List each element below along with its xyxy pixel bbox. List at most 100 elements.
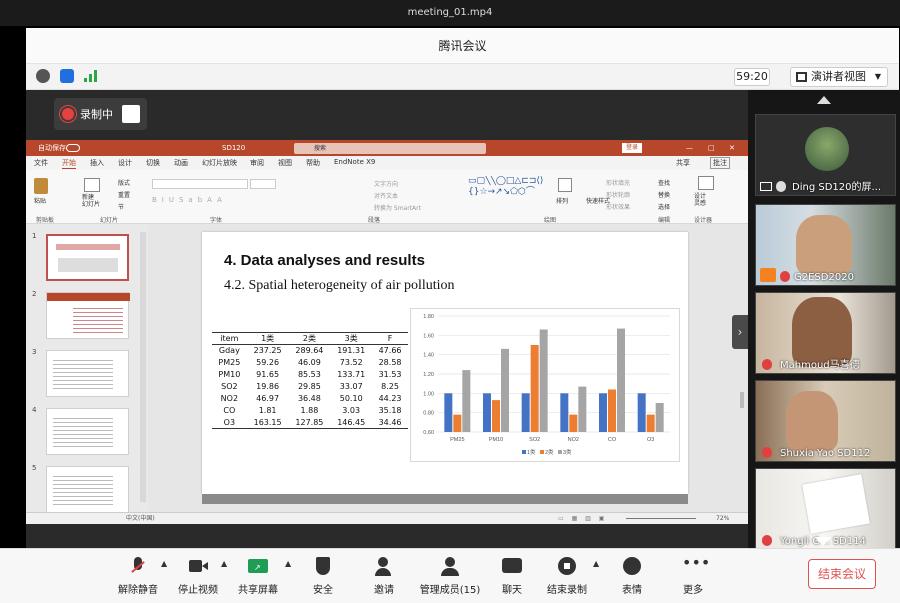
slide-thumbnail-2[interactable] [46,292,130,339]
collapse-panel-button[interactable]: › [732,315,748,349]
end-meeting-button[interactable]: 结束会议 [808,559,876,589]
speaker-view-button[interactable]: 演讲者视图 ▼ [790,67,888,87]
slide-thumbnail-1[interactable] [46,234,129,281]
security-button[interactable]: 安全 [291,555,355,601]
align-text-label[interactable]: 对齐文本 [374,191,398,200]
share-screen-button[interactable]: ↗ 共享屏幕 [226,555,290,601]
ppt-ribbon-tabs: 文件 开始 插入 设计 切换 动画 幻灯片放映 审阅 视图 帮助 EndNote… [26,156,748,170]
table-header-cell: 1类 [261,334,275,343]
autosave-toggle[interactable] [66,144,80,152]
y-tick-label: 1.20 [423,372,434,378]
paste-icon[interactable] [34,178,48,194]
design-ideas-icon[interactable] [698,176,714,190]
table-cell: 133.71 [337,370,366,379]
shape-fill-label[interactable]: 形状填充 [606,178,630,187]
comment-button[interactable]: 批注 [710,157,730,169]
scroll-up-icon[interactable] [817,96,831,104]
manage-members-button[interactable]: 管理成员(15) [412,555,488,601]
scroll-down-icon[interactable] [815,537,831,546]
participant-tile[interactable]: G2ESD2020 [755,204,896,286]
bar-1类 [599,393,607,432]
reset-label[interactable]: 重置 [118,190,130,199]
table-cell: CO [223,406,236,415]
tab-file[interactable]: 文件 [34,158,48,168]
tab-insert[interactable]: 插入 [90,158,104,168]
tab-view[interactable]: 视图 [278,158,292,168]
participant-tile[interactable]: Shuxia Yao SD112 [755,380,896,462]
participant-name: G2ESD2020 [794,272,854,283]
select-label[interactable]: 选择 [658,202,670,211]
table-cell: Gday [218,346,240,356]
ppt-search-placeholder: 搜索 [314,145,327,152]
more-button[interactable]: ••• 更多 [661,555,725,601]
mic-muted-icon [780,271,790,282]
shape-effect-label[interactable]: 形状效果 [606,202,630,211]
mic-muted-icon [762,447,772,458]
stop-recording-button[interactable] [122,105,140,123]
slide-thumbnail-5[interactable] [46,466,129,513]
find-label[interactable]: 查找 [658,178,670,187]
tab-transitions[interactable]: 切换 [146,158,160,168]
bar-1类 [483,393,491,432]
invite-button[interactable]: 邀请 [352,555,416,601]
maximize-icon[interactable]: □ [708,140,715,156]
thumb-number: 4 [32,406,37,414]
video-feed [796,215,852,275]
smartart-label[interactable]: 转换为 SmartArt [374,203,421,212]
font-size-select[interactable] [250,179,276,189]
table-cell: 191.31 [337,346,366,356]
table-row: SO2 19.86 29.85 33.07 8.25 [212,381,408,393]
signal-icon[interactable] [84,70,98,82]
record-options-caret[interactable]: ▲ [593,559,599,568]
shapes-gallery[interactable]: ▭▢╲╲◯□△⊏⊐⟨⟩{}☆→↗↘⬠⬡⌒ [468,176,554,210]
minimize-icon[interactable]: — [686,140,693,156]
thumbnails-scrollbar[interactable] [140,232,146,502]
bar-3类 [578,386,587,432]
share-link[interactable]: 共享 [676,158,690,168]
table-cell: 46.09 [297,358,321,367]
replace-label[interactable]: 替换 [658,190,670,199]
participant-tile[interactable]: Ding SD120的屏... [755,114,896,196]
table-cell: PM10 [218,370,241,379]
font-name-select[interactable] [152,179,248,189]
shield-icon[interactable] [60,69,74,83]
participant-tile[interactable]: Mahmoud马喜德 [755,292,896,374]
tab-design[interactable]: 设计 [118,158,132,168]
zoom-slider[interactable] [626,518,696,519]
table-header-row: item 1类 2类 3类 F [212,333,408,345]
info-icon[interactable] [36,69,50,83]
shape-outline-label[interactable]: 形状轮廓 [606,190,630,199]
slide-thumbnail-3[interactable] [46,350,129,397]
tab-review[interactable]: 审阅 [250,158,264,168]
layout-label[interactable]: 版式 [118,178,130,187]
table-row: PM25 59.26 46.09 73.52 28.58 [212,357,408,369]
bar-1类 [637,393,646,432]
login-button[interactable]: 登录 [622,143,642,153]
editor-scrollbar[interactable] [740,392,744,408]
new-slide-icon[interactable] [84,178,100,192]
end-recording-button[interactable]: 结束录制 [535,555,599,601]
section-label[interactable]: 节 [118,202,124,211]
reactions-button[interactable]: 表情 [600,555,664,601]
view-icon [796,72,807,82]
tab-help[interactable]: 帮助 [306,158,320,168]
tab-animations[interactable]: 动画 [174,158,188,168]
arrange-icon[interactable] [558,178,572,192]
tab-home[interactable]: 开始 [62,158,76,169]
video-feed [802,474,870,534]
tab-slideshow[interactable]: 幻灯片放映 [202,158,237,168]
y-tick-label: 1.80 [423,314,434,320]
y-tick-label: 1.60 [423,333,434,339]
speaker-view-label: 演讲者视图 [811,70,866,83]
group-paragraph: 段落 [368,217,381,224]
slide-thumbnail-4[interactable] [46,408,129,455]
close-icon[interactable]: ✕ [729,140,735,156]
ppt-search-box[interactable]: 搜索 [294,143,486,154]
record-dot-icon [62,108,74,120]
font-format-buttons[interactable]: BIUSabAA [152,196,282,206]
tab-endnote[interactable]: EndNote X9 [334,158,375,166]
bar-1类 [560,393,569,432]
table-cell: 59.26 [256,358,280,367]
table-row: NO2 46.97 36.48 50.10 44.23 [212,393,408,405]
text-direction-label[interactable]: 文字方向 [374,179,398,188]
